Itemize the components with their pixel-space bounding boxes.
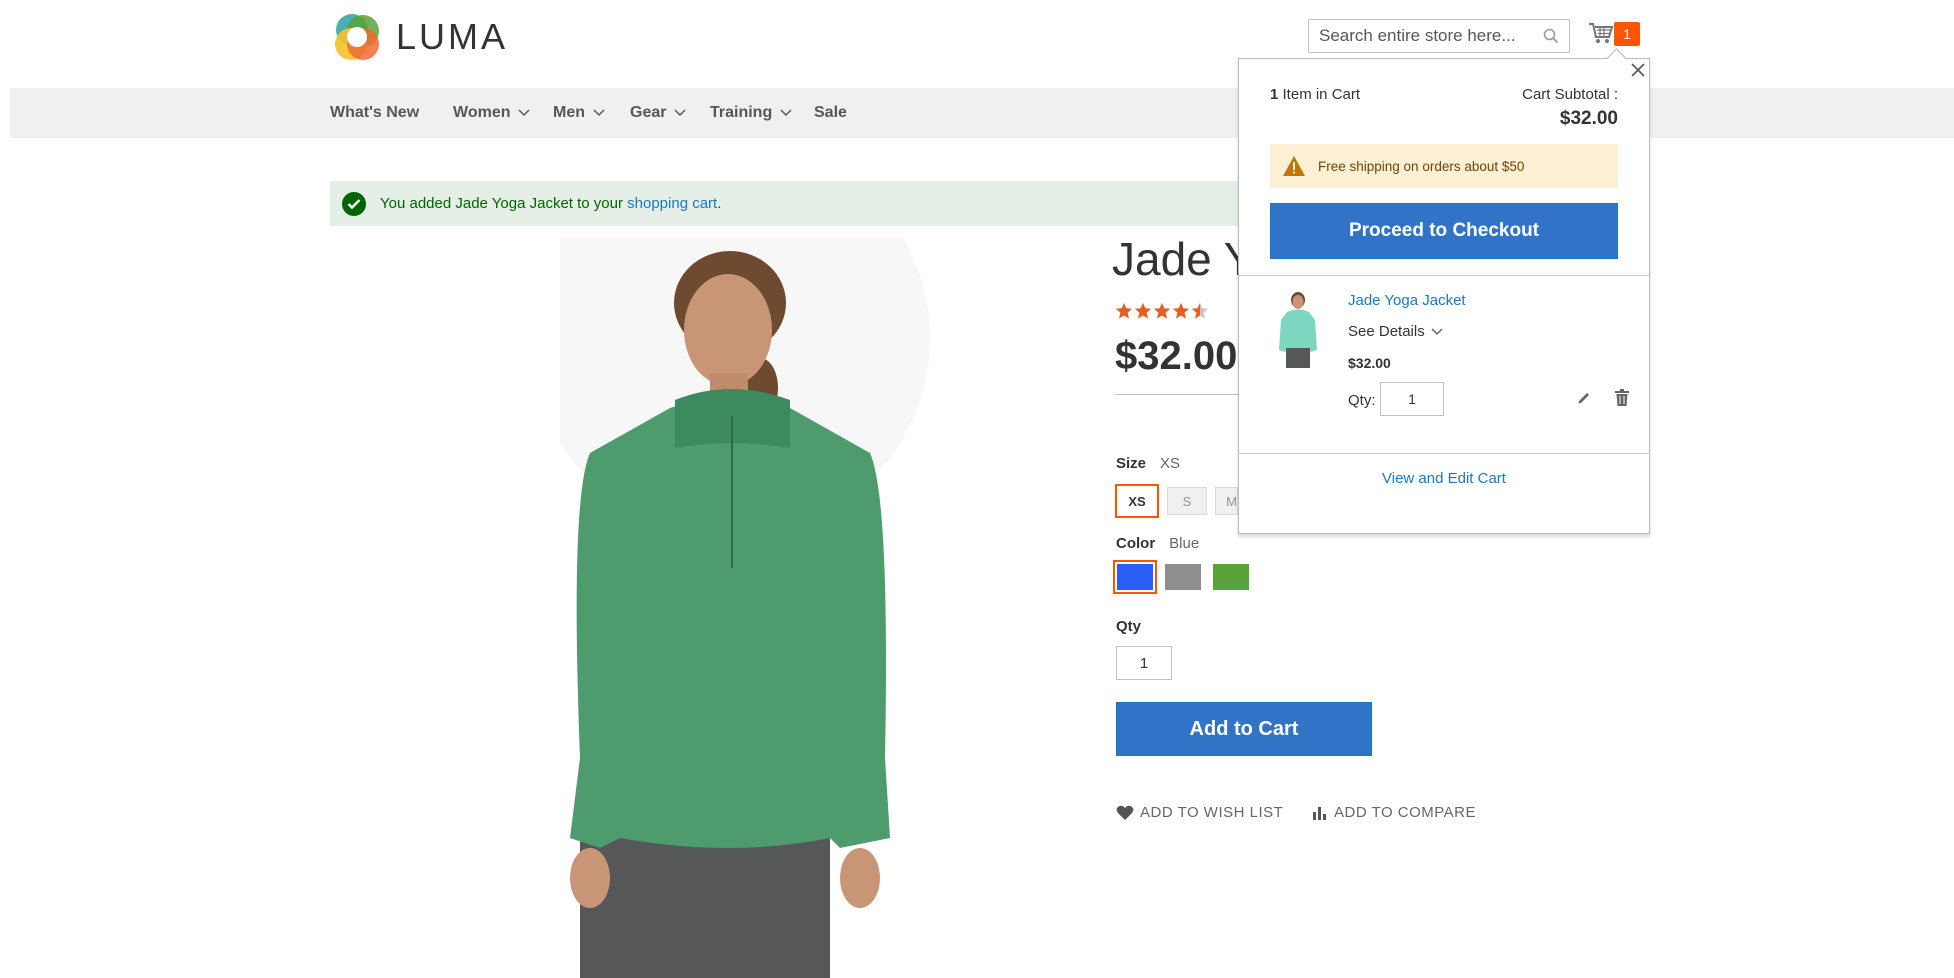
checkmark-icon	[342, 191, 366, 216]
size-option-s[interactable]: S	[1167, 487, 1207, 515]
nav-label: Training	[710, 104, 773, 121]
chevron-down-icon	[518, 109, 531, 117]
nav-label: What's New	[330, 104, 420, 121]
nav-label: Men	[553, 104, 585, 121]
proceed-to-checkout-button[interactable]: Proceed to Checkout	[1270, 203, 1618, 259]
nav-item-training[interactable]: Training	[710, 104, 792, 122]
divider	[1239, 453, 1649, 454]
product-price: $32.00	[1115, 334, 1238, 378]
cart-item-qty-input[interactable]	[1380, 382, 1444, 416]
half-star-icon	[1191, 302, 1209, 319]
color-swatch-blue[interactable]	[1113, 560, 1157, 594]
compare-label: ADD TO COMPARE	[1334, 804, 1477, 821]
wishlist-label: ADD TO WISH LIST	[1140, 804, 1284, 821]
size-selected-value: XS	[1160, 455, 1181, 472]
main-navigation	[10, 88, 1954, 138]
cart-item-qty-label: Qty:	[1348, 392, 1376, 409]
compare-icon	[1313, 806, 1326, 820]
message-text: You added Jade Yoga Jacket to your shopp…	[380, 195, 721, 212]
star-icon	[1172, 302, 1190, 319]
subtotal-value: $32.00	[1559, 108, 1618, 129]
star-icon	[1134, 302, 1152, 319]
close-icon[interactable]	[1628, 60, 1648, 80]
size-label-row: Size XS	[1116, 455, 1180, 473]
color-selected-value: Blue	[1169, 535, 1200, 552]
cart-item-name[interactable]: Jade Yoga Jacket	[1348, 292, 1466, 309]
nav-item-sale[interactable]: Sale	[814, 104, 847, 122]
size-label: Size	[1116, 455, 1147, 472]
search-icon[interactable]	[1543, 28, 1559, 44]
items-count-label: Item in Cart	[1278, 86, 1361, 103]
search-box[interactable]	[1308, 19, 1570, 53]
rating-stars[interactable]	[1115, 302, 1209, 320]
qty-label: Qty	[1116, 618, 1142, 635]
color-label-row: Color Blue	[1116, 535, 1199, 553]
nav-label: Women	[453, 104, 511, 121]
divider	[1115, 394, 1245, 395]
view-and-edit-cart-link[interactable]: View and Edit Cart	[1239, 470, 1649, 487]
message-prefix: You added Jade Yoga Jacket to your	[380, 195, 628, 212]
divider	[1239, 275, 1649, 276]
add-to-compare-link[interactable]: ADD TO COMPARE	[1312, 804, 1476, 821]
cart-icon[interactable]	[1588, 21, 1614, 45]
star-icon	[1115, 302, 1133, 319]
see-details-toggle[interactable]: See Details	[1348, 323, 1443, 340]
subtotal-label: Cart Subtotal :	[1522, 86, 1618, 103]
luma-logo-text: LUMA	[396, 16, 509, 57]
size-option-m[interactable]: M	[1215, 487, 1238, 515]
search-input[interactable]	[1309, 20, 1549, 52]
edit-icon[interactable]	[1576, 390, 1592, 406]
see-details-label: See Details	[1348, 323, 1425, 340]
nav-label: Sale	[814, 104, 847, 121]
trash-icon[interactable]	[1614, 389, 1630, 407]
chevron-down-icon	[1431, 328, 1443, 335]
chevron-down-icon	[674, 109, 686, 117]
success-message: You added Jade Yoga Jacket to your shopp…	[330, 181, 1250, 226]
star-icon	[1153, 302, 1171, 319]
luma-logo-icon	[335, 14, 379, 60]
shipping-notice-text: Free shipping on orders about $50	[1318, 158, 1525, 174]
luma-logo[interactable]: LUMA	[330, 10, 510, 64]
size-option-xs[interactable]: XS	[1115, 484, 1159, 518]
heart-icon	[1116, 805, 1134, 820]
warning-icon	[1283, 156, 1305, 176]
shipping-notice: Free shipping on orders about $50	[1270, 144, 1618, 188]
nav-item-gear[interactable]: Gear	[630, 104, 686, 122]
nav-label: Gear	[630, 104, 667, 121]
message-suffix: .	[717, 195, 722, 212]
shopping-cart-link[interactable]: shopping cart	[627, 195, 717, 212]
nav-item-men[interactable]: Men	[553, 104, 605, 122]
cart-item-price: $32.00	[1348, 355, 1391, 371]
color-label: Color	[1116, 535, 1156, 552]
cart-count-badge[interactable]: 1	[1614, 22, 1640, 46]
product-image[interactable]	[560, 238, 960, 978]
color-swatch-green[interactable]	[1213, 564, 1249, 590]
color-swatch-gray[interactable]	[1165, 564, 1201, 590]
cart-item-thumbnail[interactable]	[1275, 290, 1321, 372]
add-to-wishlist-link[interactable]: ADD TO WISH LIST	[1116, 804, 1283, 821]
add-to-cart-button[interactable]: Add to Cart	[1116, 702, 1372, 756]
minicart-items-count: 1 Item in Cart	[1270, 86, 1360, 103]
qty-input[interactable]	[1116, 646, 1172, 680]
nav-item-women[interactable]: Women	[453, 104, 531, 122]
nav-item-whats-new[interactable]: What's New	[330, 104, 419, 122]
chevron-down-icon	[593, 109, 605, 117]
chevron-down-icon	[780, 109, 792, 117]
